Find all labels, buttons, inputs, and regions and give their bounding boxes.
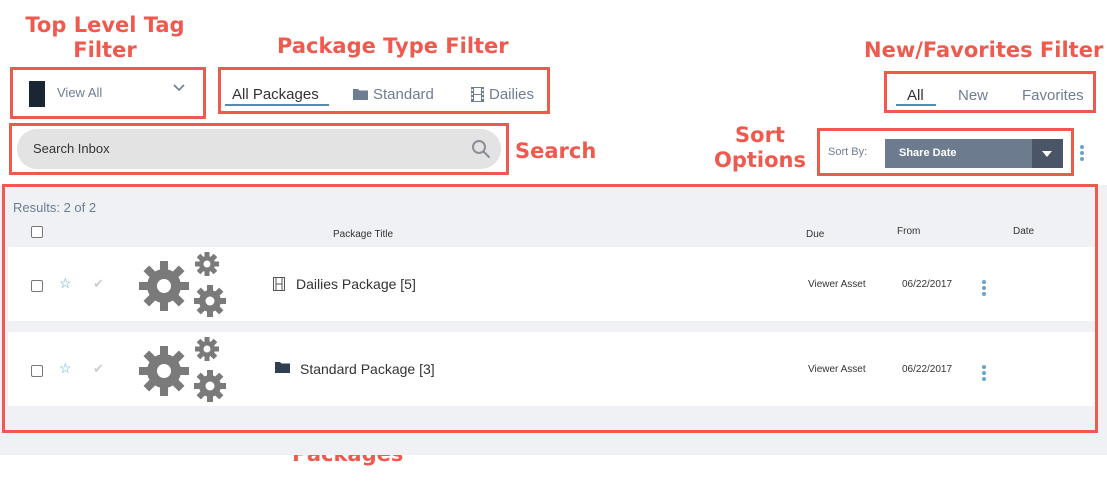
annotation-box-package-type-filter	[218, 67, 550, 114]
annotation-tag-filter: Top Level Tag Filter	[25, 13, 185, 63]
annotation-tag-filter-line2: Filter	[73, 38, 137, 62]
annotation-sort-options: Sort Options	[710, 123, 810, 173]
annotation-sort-line2: Options	[714, 148, 806, 172]
annotation-sort-line1: Sort	[735, 123, 785, 147]
annotation-box-tag-filter	[10, 67, 206, 119]
annotation-box-sort	[817, 128, 1074, 176]
more-options-icon[interactable]	[1080, 145, 1084, 163]
annotation-tag-filter-line1: Top Level Tag	[25, 13, 185, 37]
annotation-box-packages	[2, 184, 1098, 433]
annotation-box-new-fav-filter	[884, 71, 1096, 113]
annotation-new-fav-filter: New/Favorites Filter	[864, 38, 1104, 62]
annotation-box-search	[9, 123, 509, 175]
annotation-package-type-filter: Package Type Filter	[277, 34, 509, 58]
annotation-search: Search	[515, 139, 597, 163]
